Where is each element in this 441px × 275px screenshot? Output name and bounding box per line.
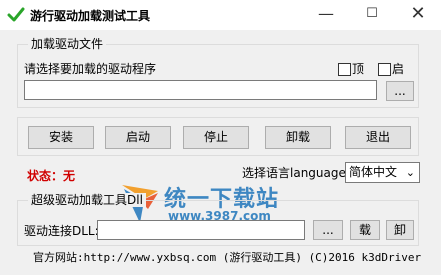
language-label: 选择语言language:	[242, 166, 350, 180]
dll-path-input[interactable]	[97, 220, 305, 240]
window-client-area: 加载驱动文件 请选择要加载的驱动程序 顶 启 ... 安装 启动 停止 卸载 退…	[0, 30, 441, 275]
start-button[interactable]: 启动	[105, 126, 171, 149]
select-driver-prompt: 请选择要加载的驱动程序	[24, 62, 157, 76]
load-dll-button[interactable]: 载	[350, 220, 380, 240]
minimize-button[interactable]: —	[303, 0, 349, 30]
advanced-group-title: 超级驱动加载工具Dll	[28, 193, 146, 207]
browse-dll-button[interactable]: ...	[313, 220, 343, 240]
driver-file-group-title: 加载驱动文件	[28, 37, 107, 51]
chevron-down-icon: ⌄	[405, 166, 415, 179]
browse-driver-button[interactable]: ...	[386, 81, 414, 101]
title-bar: 游行驱动加载测试工具 — ☐ ✕	[0, 0, 441, 30]
checkbox-top[interactable]	[338, 63, 351, 76]
uninstall-button[interactable]: 卸载	[265, 126, 331, 149]
checkbox-top-label: 顶	[352, 62, 365, 76]
checkbox-start-label: 启	[392, 62, 405, 76]
dll-label: 驱动连接DLL:	[24, 224, 99, 238]
checkmark-app-icon	[7, 7, 25, 22]
stop-button[interactable]: 停止	[183, 126, 249, 149]
maximize-button[interactable]: ☐	[349, 0, 395, 30]
unload-dll-button[interactable]: 卸	[386, 220, 414, 240]
status-label: 状态：无	[27, 169, 76, 183]
language-selected-value: 简体中文	[349, 165, 398, 179]
driver-path-input[interactable]	[24, 80, 377, 100]
language-select[interactable]: 简体中文 ⌄	[345, 162, 420, 183]
exit-button[interactable]: 退出	[345, 126, 411, 149]
install-button[interactable]: 安装	[28, 126, 94, 149]
window-title: 游行驱动加载测试工具	[30, 9, 151, 23]
close-button[interactable]: ✕	[395, 0, 441, 30]
footer-text: 官方网站:http://www.yxbsq.com (游行驱动工具) (C)20…	[33, 251, 422, 264]
checkbox-start[interactable]	[378, 63, 391, 76]
